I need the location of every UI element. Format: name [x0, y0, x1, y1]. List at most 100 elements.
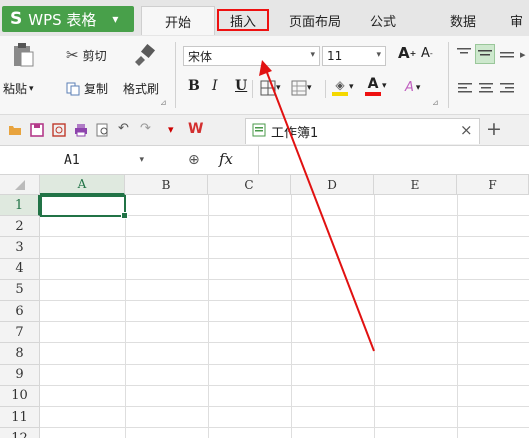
borders-button[interactable]: ▾	[260, 80, 281, 96]
align-middle-icon[interactable]	[475, 44, 495, 64]
print-preview-icon[interactable]	[96, 123, 110, 137]
customize-toolbar-icon[interactable]: ▾	[168, 123, 182, 137]
font-name-select[interactable]: 宋体 ▾	[183, 46, 320, 66]
open-folder-icon[interactable]	[8, 123, 22, 137]
align-left-icon[interactable]	[458, 82, 472, 94]
shrink-minus-icon: -	[429, 49, 433, 58]
chevron-down-icon: ▾	[349, 82, 354, 92]
align-top-icon[interactable]	[457, 48, 471, 60]
row-header-9[interactable]: 9	[0, 364, 40, 386]
close-tab-icon[interactable]: ×	[460, 121, 473, 139]
document-tab-title: 工作簿1	[271, 126, 319, 141]
save-icon[interactable]	[30, 123, 44, 137]
fill-handle[interactable]	[121, 212, 128, 219]
new-tab-icon[interactable]: +	[486, 118, 502, 140]
row-header-7[interactable]: 7	[0, 322, 40, 344]
fill-color-button[interactable]: ◈ ▾	[332, 78, 354, 96]
cut-button[interactable]: ✂ 剪切	[66, 46, 107, 64]
fx-icon[interactable]: fx	[219, 150, 233, 168]
select-all-corner[interactable]	[0, 175, 40, 195]
format-painter-icon[interactable]	[131, 44, 157, 66]
grow-plus-icon: +	[409, 48, 417, 58]
row-header-11[interactable]: 11	[0, 407, 40, 429]
column-header-f[interactable]: F	[457, 175, 529, 195]
underline-button[interactable]: U	[235, 78, 247, 94]
italic-button[interactable]: I	[212, 78, 218, 94]
column-header-d[interactable]: D	[291, 175, 374, 195]
font-color-button[interactable]: A ▾	[365, 76, 387, 96]
tab-page-layout[interactable]: 页面布局	[280, 6, 350, 34]
undo-icon[interactable]: ↶	[118, 121, 132, 136]
row-header-1[interactable]: 1	[0, 195, 40, 217]
copy-label: 复制	[84, 82, 109, 96]
selected-cell-a1[interactable]	[40, 195, 128, 219]
ribbon-separator	[175, 42, 176, 108]
orientation-icon[interactable]: ▸	[520, 48, 526, 61]
ribbon-home: 粘贴 ▾ ✂ 剪切 复制 格式刷 ⊿ 宋体 ▾ 11 ▾ A + A- ▸ B …	[0, 36, 529, 115]
row-header-12[interactable]: 12	[0, 428, 40, 438]
ribbon-separator	[325, 80, 326, 98]
grid-line	[40, 406, 529, 407]
chevron-down-icon: ▾	[382, 81, 387, 91]
chevron-down-icon: ▾	[276, 83, 281, 93]
tab-insert[interactable]: 插入	[217, 9, 269, 31]
grow-font-label: A	[398, 44, 410, 62]
print-icon[interactable]	[74, 123, 88, 137]
tab-review[interactable]: 审	[510, 6, 529, 34]
row-header-2[interactable]: 2	[0, 216, 40, 238]
zoom-icon[interactable]: ⊕	[188, 152, 200, 168]
column-header-b[interactable]: B	[125, 175, 208, 195]
scissors-icon: ✂	[66, 46, 79, 64]
tab-formulas[interactable]: 公式	[360, 6, 406, 34]
grid-line	[40, 300, 529, 301]
row-header-5[interactable]: 5	[0, 279, 40, 301]
shrink-font-label: A	[421, 46, 430, 61]
format-painter-button[interactable]: 格式刷	[123, 80, 159, 97]
clipboard-launcher-icon[interactable]: ⊿	[160, 98, 167, 107]
menu-tab-bar: S WPS 表格 ▾ 开始 插入 页面布局 公式 数据 审	[0, 0, 529, 36]
font-name-value: 宋体	[188, 49, 213, 64]
grow-font-button[interactable]: A +	[398, 44, 416, 62]
export-pdf-icon[interactable]	[52, 123, 66, 137]
grid-line	[208, 195, 209, 438]
font-launcher-icon[interactable]: ⊿	[432, 98, 439, 107]
tab-home[interactable]: 开始	[141, 6, 215, 35]
formula-input[interactable]	[258, 146, 529, 174]
spreadsheet-grid: A B C D E F 123456789101112	[0, 175, 529, 438]
font-color-icon: A	[365, 76, 381, 96]
grid-line	[125, 195, 126, 438]
align-bottom-icon[interactable]	[500, 50, 514, 60]
paste-icon[interactable]	[12, 42, 34, 68]
wps-w-icon[interactable]: W	[188, 121, 203, 137]
document-tab[interactable]: 工作簿1	[245, 118, 480, 144]
grid-line	[40, 257, 529, 259]
name-box[interactable]: A1 ▾	[0, 149, 152, 171]
bold-button[interactable]: B	[188, 78, 200, 94]
clear-format-button[interactable]: A ▾	[405, 80, 420, 95]
row-header-4[interactable]: 4	[0, 258, 40, 280]
row-header-3[interactable]: 3	[0, 237, 40, 259]
font-size-value: 11	[327, 49, 343, 63]
shrink-font-button[interactable]: A-	[421, 46, 433, 61]
align-center-icon[interactable]	[479, 82, 493, 94]
row-header-6[interactable]: 6	[0, 301, 40, 323]
tab-data[interactable]: 数据	[440, 6, 486, 34]
formula-bar: A1 ▾ ⊕ fx	[0, 146, 529, 175]
column-header-c[interactable]: C	[208, 175, 291, 195]
paste-button[interactable]: 粘贴 ▾	[3, 80, 34, 97]
tab-data-label: 数据	[449, 14, 476, 30]
cell-style-button[interactable]: ▾	[291, 80, 312, 96]
cell-reference: A1	[64, 152, 80, 168]
paint-bucket-icon: ◈	[332, 78, 348, 96]
row-header-8[interactable]: 8	[0, 343, 40, 365]
grid-line	[40, 384, 529, 386]
app-menu-button[interactable]: S WPS 表格 ▾	[2, 6, 134, 32]
redo-icon[interactable]: ↷	[140, 121, 154, 136]
row-header-10[interactable]: 10	[0, 385, 40, 407]
align-right-icon[interactable]	[500, 82, 514, 94]
copy-button[interactable]: 复制	[66, 80, 108, 97]
column-header-e[interactable]: E	[374, 175, 457, 195]
font-size-select[interactable]: 11 ▾	[322, 46, 386, 66]
spreadsheet-doc-icon	[252, 123, 266, 140]
column-header-a[interactable]: A	[40, 175, 125, 195]
